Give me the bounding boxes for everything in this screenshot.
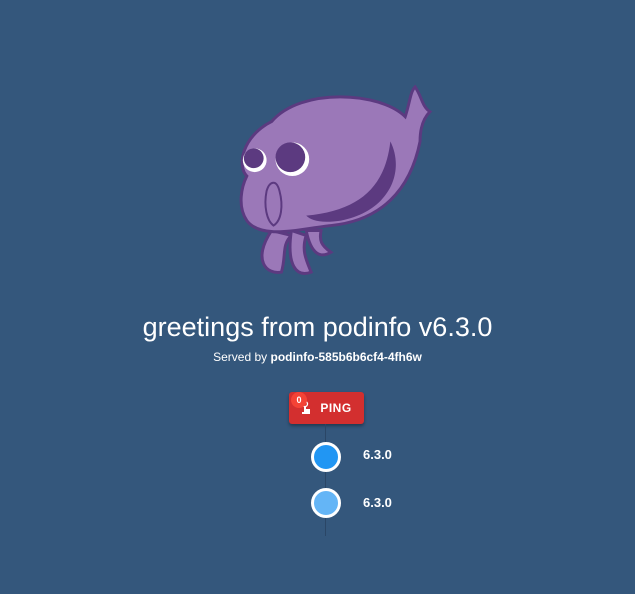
ping-count-badge: 0 (291, 392, 307, 408)
timeline-version: 6.3.0 (363, 495, 392, 510)
ping-label: PING (320, 401, 352, 415)
timeline-dot (311, 442, 341, 472)
timeline-dot (311, 488, 341, 518)
timeline-line (325, 424, 326, 536)
page-title: greetings from podinfo v6.3.0 (142, 312, 493, 342)
podinfo-cuttlefish-logo (239, 84, 433, 275)
timeline-version: 6.3.0 (363, 447, 392, 462)
served-by: Served by podinfo-585b6b6cf4-4fh6w (0, 350, 635, 364)
hostname: podinfo-585b6b6cf4-4fh6w (270, 350, 422, 364)
served-prefix: Served by (213, 350, 268, 364)
